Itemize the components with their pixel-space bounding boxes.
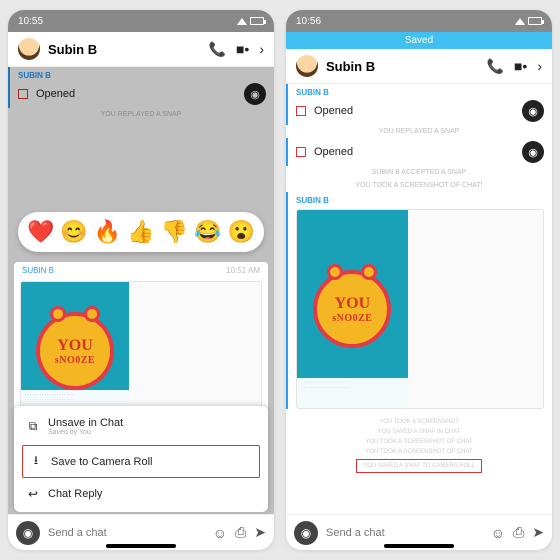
snap-sender: SUBIN B	[288, 192, 552, 205]
call-icon[interactable]: 📞	[487, 58, 504, 75]
unsave-icon: ⧉	[26, 419, 40, 434]
avatar[interactable]	[296, 55, 318, 77]
wifi-icon	[237, 18, 247, 25]
camera-button[interactable]: ◉	[294, 521, 318, 545]
opened-indicator-icon	[296, 147, 306, 157]
camera-button[interactable]: ◉	[16, 521, 40, 545]
snap-image: YOU sNO0ZE · · · · · · · · · · · · · · ·…	[21, 282, 129, 420]
snap-timestamp: 10:51 AM	[226, 266, 260, 275]
chat-input[interactable]	[326, 527, 483, 539]
message-row[interactable]: Opened ◉	[288, 138, 552, 166]
reaction-wow[interactable]: 😮	[228, 219, 255, 245]
status-bar: 10:56	[286, 10, 552, 32]
system-message: SUBIN B ACCEPTED A SNAP	[286, 166, 552, 179]
chat-header: Subin B 📞 ■• ›	[286, 49, 552, 84]
system-message-stack: YOU TOOK A SCREENSHOT YOU SAVED A SNAP I…	[286, 413, 552, 473]
snap-card[interactable]: YOU sNO0ZE · · · · · · · · · · · · · · ·…	[20, 281, 262, 421]
video-icon[interactable]: ■•	[514, 58, 527, 74]
rocket-icon[interactable]: ➤	[532, 524, 544, 541]
calendar-strip: · · · · · · · · · · · · · · · · · · · ··…	[297, 378, 408, 408]
chat-header: Subin B 📞 ■• ›	[8, 32, 274, 67]
sender-label: SUBIN B	[288, 84, 552, 97]
snap-image: YOU sNO0ZE · · · · · · · · · · · · · · ·…	[297, 210, 408, 408]
contact-name[interactable]: Subin B	[326, 59, 375, 74]
call-icon[interactable]: 📞	[209, 41, 226, 58]
saved-banner: Saved	[286, 32, 552, 49]
reaction-smile[interactable]: 😊	[60, 219, 87, 245]
context-menu: ⧉ Unsave in Chat Saved by You ⭳ Save to …	[14, 406, 268, 512]
emoji-icon[interactable]: ☺	[213, 525, 227, 541]
system-message: YOU REPLAYED A SNAP	[286, 125, 552, 138]
snap-card[interactable]: YOU sNO0ZE · · · · · · · · · · · · · · ·…	[296, 209, 544, 409]
chat-input[interactable]	[48, 527, 205, 539]
message-status: Opened	[314, 146, 353, 158]
reply-icon: ↩	[26, 487, 40, 501]
status-bar: 10:55	[8, 10, 274, 32]
phone-left: 10:55 Subin B 📞 ■• › SUBIN B Opened ◉ YO…	[8, 10, 274, 550]
reaction-laugh[interactable]: 😂	[194, 219, 221, 245]
battery-icon	[250, 17, 264, 25]
wifi-icon	[515, 18, 525, 25]
menu-save-to-camera-roll[interactable]: ⭳ Save to Camera Roll	[22, 445, 260, 478]
reaction-bar: ❤️ 😊 🔥 👍 👎 😂 😮	[18, 212, 264, 252]
emoji-icon[interactable]: ☺	[491, 525, 505, 541]
system-message: YOU TOOK A SCREENSHOT OF CHAT!	[286, 179, 552, 192]
menu-chat-reply[interactable]: ↩ Chat Reply	[14, 480, 268, 508]
menu-unsave-in-chat[interactable]: ⧉ Unsave in Chat Saved by You	[14, 410, 268, 443]
chevron-right-icon[interactable]: ›	[259, 41, 264, 57]
chevron-right-icon[interactable]: ›	[537, 58, 542, 74]
opened-indicator-icon	[296, 106, 306, 116]
gallery-icon[interactable]: ⎙	[235, 524, 246, 541]
nav-pill[interactable]	[106, 544, 176, 548]
reaction-heart[interactable]: ❤️	[27, 219, 54, 245]
chat-body: SUBIN B Opened ◉ YOU REPLAYED A SNAP Ope…	[286, 84, 552, 550]
highlighted-system-message: YOU SAVED A SNAP TO CAMERA ROLL	[356, 459, 482, 473]
clock-text: 10:55	[18, 16, 43, 27]
camera-badge-icon[interactable]: ◉	[522, 141, 544, 163]
snooze-clock-graphic: YOU sNO0ZE	[313, 270, 391, 348]
contact-name[interactable]: Subin B	[48, 42, 97, 57]
chat-body: SUBIN B Opened ◉ YOU REPLAYED A SNAP ❤️ …	[8, 67, 274, 550]
download-icon: ⭳	[29, 451, 43, 472]
reaction-fire[interactable]: 🔥	[94, 219, 121, 245]
rocket-icon[interactable]: ➤	[254, 524, 266, 541]
reaction-thumbsdown[interactable]: 👎	[161, 219, 188, 245]
camera-badge-icon[interactable]: ◉	[522, 100, 544, 122]
snooze-clock-graphic: YOU sNO0ZE	[36, 312, 114, 390]
battery-icon	[528, 17, 542, 25]
video-icon[interactable]: ■•	[236, 41, 249, 57]
message-status: Opened	[314, 105, 353, 117]
message-row[interactable]: Opened ◉	[288, 97, 552, 125]
gallery-icon[interactable]: ⎙	[513, 524, 524, 541]
clock-text: 10:56	[296, 16, 321, 27]
avatar[interactable]	[18, 38, 40, 60]
reaction-thumbsup[interactable]: 👍	[127, 219, 154, 245]
phone-right: 10:56 Saved Subin B 📞 ■• › SUBIN B Opene…	[286, 10, 552, 550]
snap-sender: SUBIN B	[22, 266, 54, 275]
nav-pill[interactable]	[384, 544, 454, 548]
